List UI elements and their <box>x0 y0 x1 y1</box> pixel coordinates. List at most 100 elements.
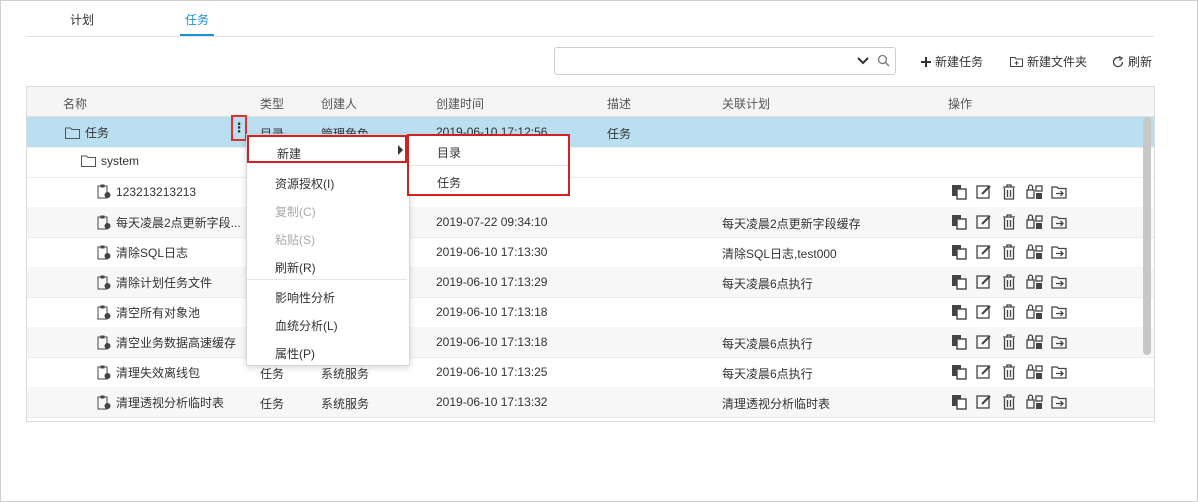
move-icon[interactable] <box>1051 304 1068 320</box>
delete-icon[interactable] <box>1001 244 1018 260</box>
active-tab-indicator <box>180 34 214 36</box>
table-row[interactable]: 清除SQL日志 2019-06-10 17:13:30 清除SQL日志,test… <box>27 237 1154 268</box>
move-icon[interactable] <box>1051 214 1068 230</box>
new-folder-button[interactable]: 新建文件夹 <box>1010 53 1087 70</box>
menu-item-lineage[interactable]: 血统分析(L) <box>247 309 407 337</box>
permission-icon[interactable] <box>1026 364 1043 380</box>
tab-bar: 计划 任务 <box>26 0 1154 37</box>
resource-table: 名称 类型 创建人 创建时间 描述 关联计划 操作 任务 目录 管理角色 201… <box>26 86 1155 422</box>
refresh-button[interactable]: 刷新 <box>1112 53 1152 70</box>
copy-icon[interactable] <box>951 184 968 200</box>
row-plan[interactable]: 清理透视分析临时表 <box>722 395 830 412</box>
table-row[interactable]: 清空业务数据高速缓存 2019-06-10 17:13:18 每天凌晨6点执行 <box>27 327 1154 358</box>
row-plan[interactable]: 每天凌晨6点执行 <box>722 365 813 382</box>
edit-icon[interactable] <box>976 214 993 230</box>
edit-icon[interactable] <box>976 364 993 380</box>
chevron-down-icon[interactable] <box>857 56 869 66</box>
edit-icon[interactable] <box>976 304 993 320</box>
edit-icon[interactable] <box>976 184 993 200</box>
table-row[interactable]: 123213213213 <box>27 177 1154 208</box>
row-actions <box>951 334 1068 350</box>
move-icon[interactable] <box>1051 334 1068 350</box>
permission-icon[interactable] <box>1026 184 1043 200</box>
menu-item-grant[interactable]: 资源授权(I) <box>247 167 407 195</box>
menu-item-label: 血统分析(L) <box>275 319 338 333</box>
delete-icon[interactable] <box>1001 214 1018 230</box>
search-input[interactable] <box>561 52 845 70</box>
delete-icon[interactable] <box>1001 364 1018 380</box>
task-icon <box>97 365 111 380</box>
col-type[interactable]: 类型 <box>260 95 284 112</box>
table-row[interactable]: 清空所有对象池 2019-06-10 17:13:18 <box>27 297 1154 328</box>
table-row[interactable]: 清除计划任务文件 2019-06-10 17:13:29 每天凌晨6点执行 <box>27 267 1154 298</box>
table-row[interactable]: 清理透视分析临时表 任务 系统服务 2019-06-10 17:13:32 清理… <box>27 387 1154 418</box>
permission-icon[interactable] <box>1026 304 1043 320</box>
tab-task[interactable]: 任务 <box>185 11 209 28</box>
search-combobox[interactable] <box>554 47 896 75</box>
delete-icon[interactable] <box>1001 334 1018 350</box>
copy-icon[interactable] <box>951 244 968 260</box>
table-row[interactable]: system <box>27 147 1154 178</box>
tab-plan[interactable]: 计划 <box>70 11 94 28</box>
menu-item-impact[interactable]: 影响性分析 <box>247 281 407 309</box>
submenu-item-label: 任务 <box>437 176 462 190</box>
menu-item-refresh[interactable]: 刷新(R) <box>247 251 407 279</box>
submenu-item-task[interactable]: 任务 <box>409 166 568 195</box>
task-icon <box>97 335 111 350</box>
permission-icon[interactable] <box>1026 394 1043 410</box>
copy-icon[interactable] <box>951 394 968 410</box>
col-name[interactable]: 名称 <box>63 95 87 112</box>
row-plan[interactable]: 每天凌晨2点更新字段缓存 <box>722 215 861 232</box>
copy-icon[interactable] <box>951 304 968 320</box>
col-created-at[interactable]: 创建时间 <box>436 95 484 112</box>
submenu-item-folder[interactable]: 目录 <box>409 136 568 166</box>
col-plan[interactable]: 关联计划 <box>722 95 770 112</box>
row-plan[interactable]: 每天凌晨6点执行 <box>722 275 813 292</box>
col-creator[interactable]: 创建人 <box>321 95 357 112</box>
row-name: 清理透视分析临时表 <box>116 396 225 410</box>
delete-icon[interactable] <box>1001 184 1018 200</box>
permission-icon[interactable] <box>1026 244 1043 260</box>
menu-item-props[interactable]: 属性(P) <box>247 337 407 365</box>
menu-item-new[interactable]: 新建 <box>247 135 407 163</box>
row-name: 清空所有对象池 <box>116 306 201 320</box>
delete-icon[interactable] <box>1001 304 1018 320</box>
permission-icon[interactable] <box>1026 334 1043 350</box>
new-task-label: 新建任务 <box>935 55 984 69</box>
row-name: 清除SQL日志 <box>116 246 189 260</box>
search-icon[interactable] <box>877 54 890 67</box>
row-plan[interactable]: 清除SQL日志,test000 <box>722 245 837 262</box>
delete-icon[interactable] <box>1001 394 1018 410</box>
row-plan[interactable]: 每天凌晨6点执行 <box>722 335 813 352</box>
row-actions <box>951 184 1068 200</box>
table-row[interactable]: 任务 目录 管理角色 2019-06-10 17:12:56 任务 <box>27 117 1154 148</box>
edit-icon[interactable] <box>976 244 993 260</box>
new-task-button[interactable]: 新建任务 <box>921 53 983 70</box>
more-actions-button[interactable]: ⋮ <box>231 115 247 141</box>
delete-icon[interactable] <box>1001 274 1018 290</box>
move-icon[interactable] <box>1051 244 1068 260</box>
col-desc[interactable]: 描述 <box>607 95 631 112</box>
copy-icon[interactable] <box>951 274 968 290</box>
move-icon[interactable] <box>1051 184 1068 200</box>
move-icon[interactable] <box>1051 274 1068 290</box>
copy-icon[interactable] <box>951 214 968 230</box>
edit-icon[interactable] <box>976 274 993 290</box>
table-row[interactable]: 每天凌晨2点更新字段... 2019-07-22 09:34:10 每天凌晨2点… <box>27 207 1154 238</box>
move-icon[interactable] <box>1051 394 1068 410</box>
permission-icon[interactable] <box>1026 214 1043 230</box>
move-icon[interactable] <box>1051 364 1068 380</box>
row-name: 每天凌晨2点更新字段... <box>116 216 241 230</box>
vertical-scrollbar[interactable] <box>1143 117 1151 355</box>
edit-icon[interactable] <box>976 334 993 350</box>
edit-icon[interactable] <box>976 394 993 410</box>
menu-item-label: 资源授权(I) <box>275 177 335 191</box>
table-row[interactable]: 清理失效离线包 任务 系统服务 2019-06-10 17:13:25 每天凌晨… <box>27 357 1154 388</box>
menu-item-label: 刷新(R) <box>275 261 316 275</box>
row-actions <box>951 394 1068 410</box>
permission-icon[interactable] <box>1026 274 1043 290</box>
refresh-label: 刷新 <box>1128 55 1153 69</box>
menu-item-paste: 粘贴(S) <box>247 223 407 251</box>
copy-icon[interactable] <box>951 334 968 350</box>
copy-icon[interactable] <box>951 364 968 380</box>
